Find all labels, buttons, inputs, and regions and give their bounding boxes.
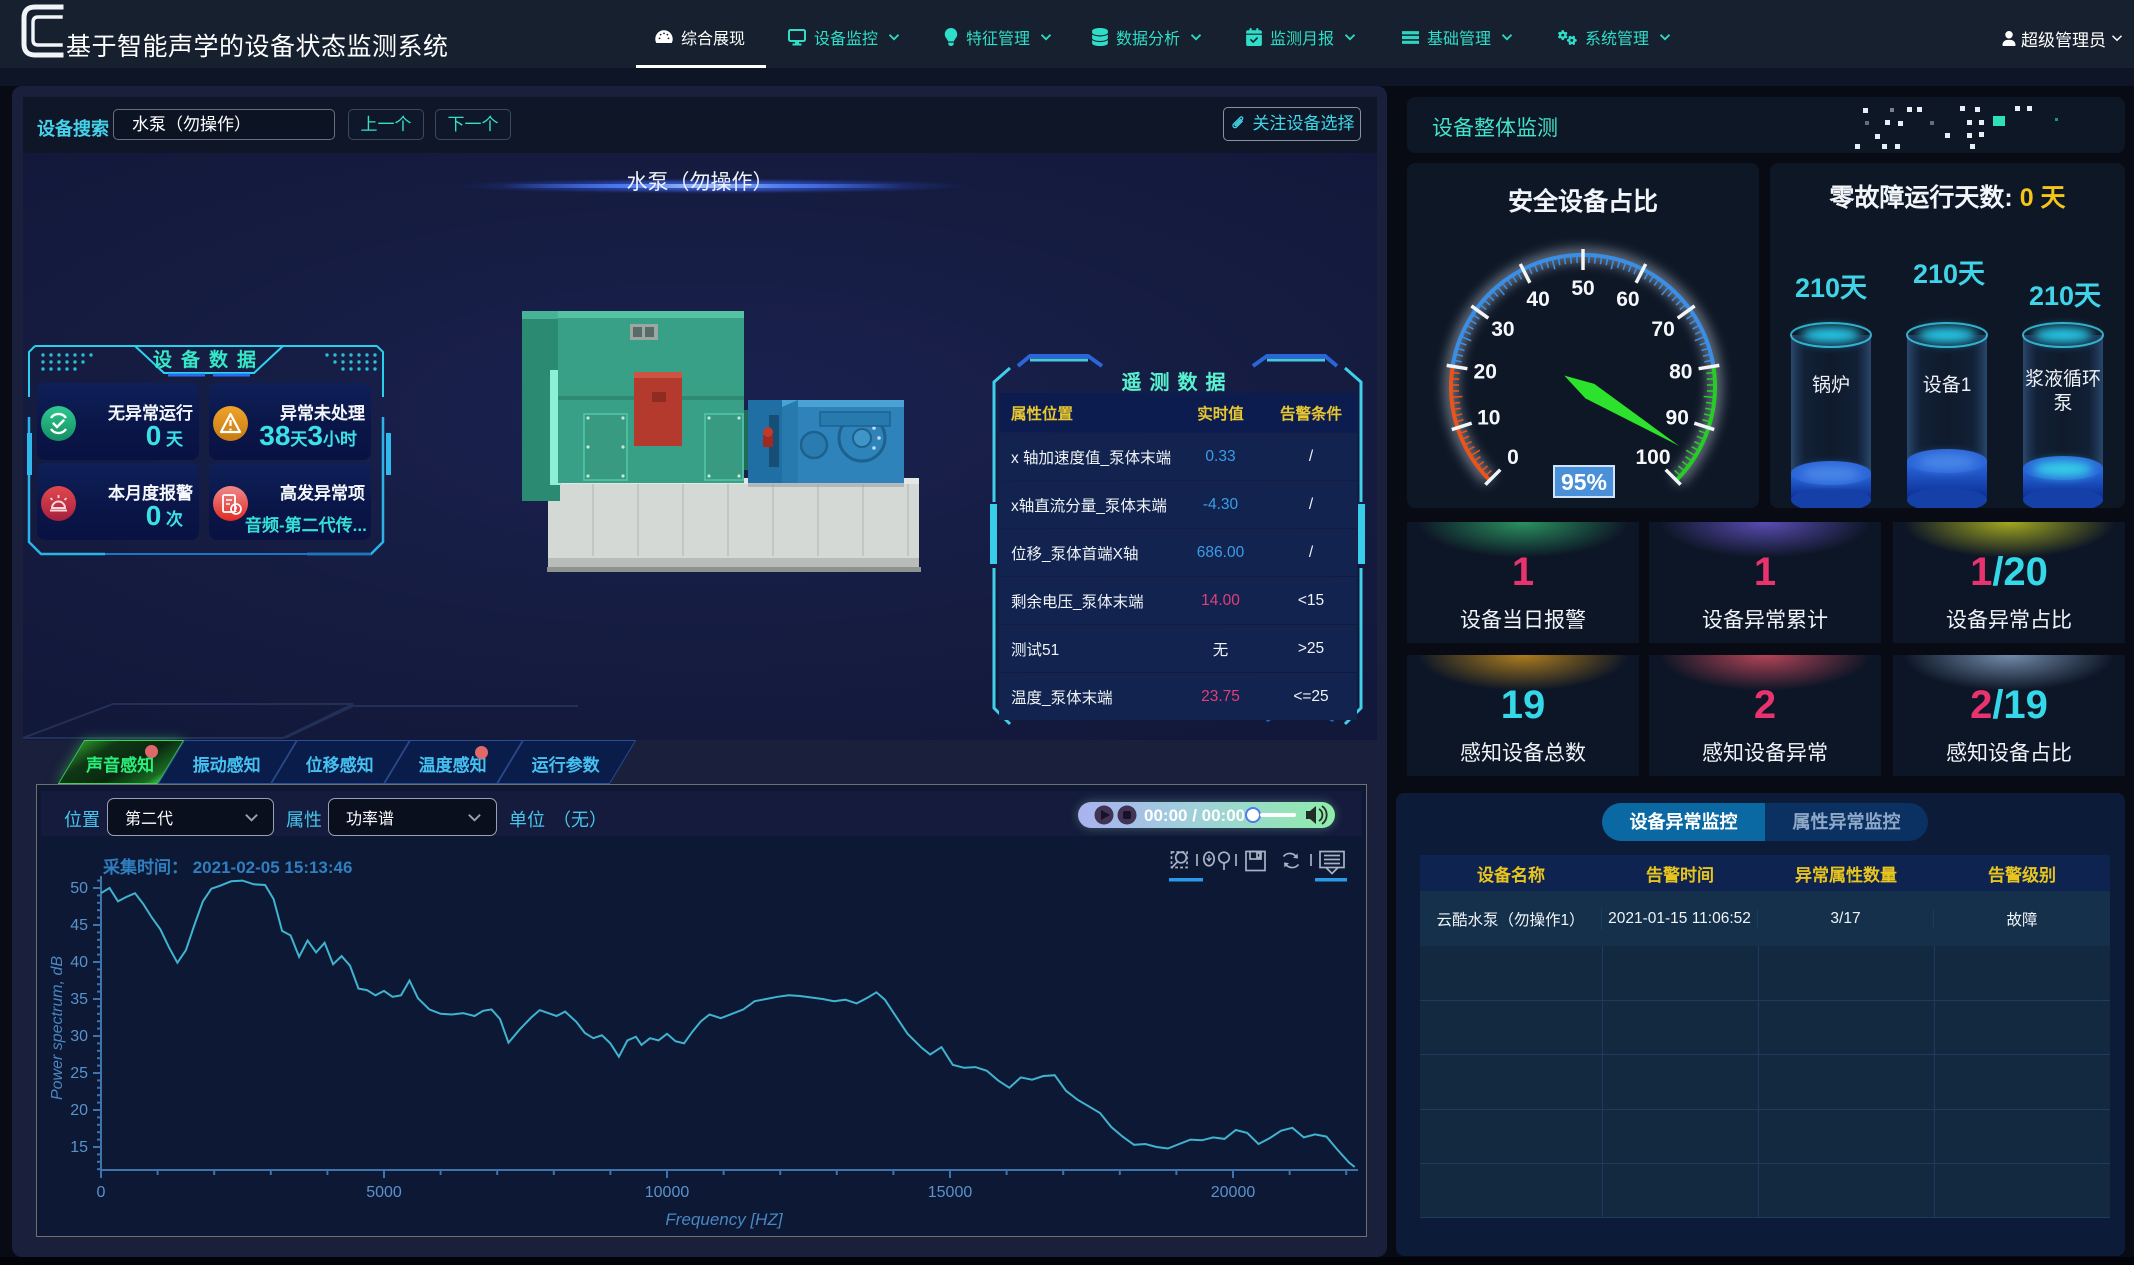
svg-text:30: 30: [70, 1028, 88, 1045]
svg-text:60: 60: [1616, 288, 1639, 311]
svg-text:95%: 95%: [1561, 469, 1607, 495]
svg-text:20: 20: [70, 1102, 88, 1119]
svg-text:Frequency [HZ]: Frequency [HZ]: [665, 1210, 783, 1229]
svg-text:70: 70: [1651, 318, 1674, 341]
svg-text:5000: 5000: [366, 1184, 402, 1201]
svg-text:15: 15: [70, 1139, 88, 1156]
svg-text:15000: 15000: [928, 1184, 973, 1201]
svg-text:210天: 210天: [2029, 281, 2101, 311]
svg-text:设备1: 设备1: [1923, 374, 1972, 396]
svg-text:45: 45: [70, 917, 88, 934]
svg-text:20000: 20000: [1211, 1184, 1256, 1201]
svg-text:锅炉: 锅炉: [1812, 374, 1850, 396]
svg-text:80: 80: [1669, 361, 1692, 384]
svg-text:泵: 泵: [2053, 393, 2072, 414]
svg-text:0: 0: [97, 1184, 106, 1201]
svg-text:40: 40: [70, 954, 88, 971]
svg-text:浆液循环: 浆液循环: [2025, 368, 2101, 390]
svg-text:10: 10: [1477, 407, 1500, 430]
svg-text:210天: 210天: [1913, 259, 1985, 289]
svg-text:Power spectrum, dB: Power spectrum, dB: [49, 956, 66, 1100]
svg-text:35: 35: [70, 991, 88, 1008]
svg-text:25: 25: [70, 1065, 88, 1082]
svg-text:210天: 210天: [1795, 273, 1867, 303]
svg-text:50: 50: [70, 880, 88, 897]
svg-text:30: 30: [1491, 318, 1514, 341]
svg-text:100: 100: [1635, 446, 1670, 469]
svg-text:50: 50: [1571, 277, 1594, 300]
svg-text:10000: 10000: [645, 1184, 690, 1201]
svg-text:0: 0: [1507, 446, 1519, 469]
svg-text:40: 40: [1526, 288, 1549, 311]
svg-text:20: 20: [1474, 361, 1497, 384]
svg-text:90: 90: [1666, 407, 1689, 430]
